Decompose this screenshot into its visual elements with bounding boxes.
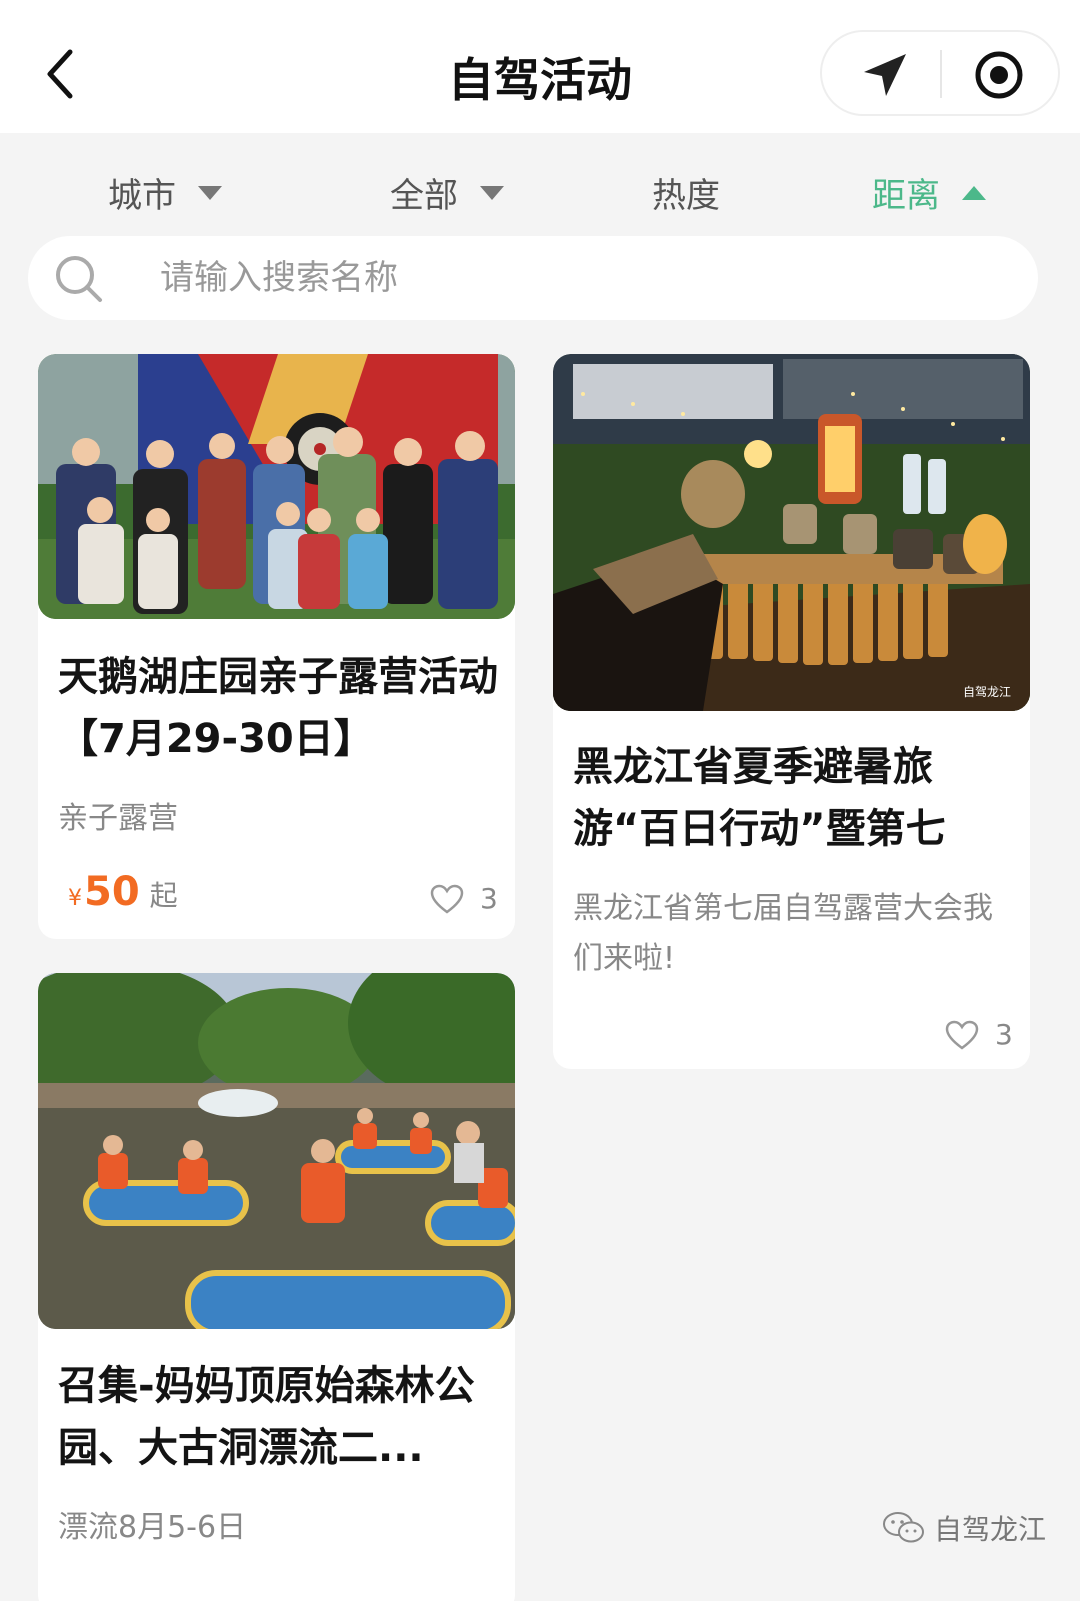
- account-watermark: 自驾龙江: [882, 1508, 1046, 1548]
- card-title: 黑龙江省夏季避暑旅游“百日行动”暨第七: [573, 744, 946, 852]
- activity-card[interactable]: 天鹅湖庄园亲子露营活动【7月29-30日】 亲子露营 ¥ 50 起 3: [38, 354, 515, 939]
- activity-card[interactable]: 召集-妈妈顶原始森林公园、大古洞漂流二... 漂流8月5-6日: [38, 973, 515, 1601]
- card-subtitle: 漂流8月5-6日: [58, 1510, 247, 1545]
- close-miniprogram-button[interactable]: [974, 50, 1024, 100]
- filter-popularity[interactable]: 热度: [652, 168, 720, 217]
- activity-image: [38, 354, 515, 619]
- night-camping-photo: 自驾龙江: [553, 354, 1030, 711]
- price: ¥ 50 起: [68, 869, 178, 915]
- target-circle-icon: [975, 51, 1023, 99]
- search-bar: [28, 236, 1038, 320]
- watermark-text: 自驾龙江: [934, 1513, 1047, 1546]
- mini-program-capsule: [820, 30, 1060, 116]
- price-suffix: 起: [149, 879, 178, 912]
- filter-distance[interactable]: 距离: [872, 168, 986, 217]
- like-count: 3: [480, 882, 498, 915]
- rafting-photo: [38, 973, 515, 1329]
- heart-icon: [945, 1020, 979, 1050]
- card-subtitle: 亲子露营: [58, 801, 178, 836]
- filter-city-label: 城市: [108, 176, 176, 216]
- filter-bar: 城市 全部 热度 距离: [0, 160, 1080, 220]
- image-watermark: 自驾龙江: [963, 685, 1011, 699]
- card-title: 召集-妈妈顶原始森林公园、大古洞漂流二...: [58, 1363, 475, 1471]
- activity-card[interactable]: 自驾龙江 黑龙江省夏季避暑旅游“百日行动”暨第七 黑龙江省第七届自驾露营大会我们…: [553, 354, 1030, 1069]
- navigation-arrow-icon: [864, 54, 906, 96]
- filter-all[interactable]: 全部: [390, 168, 504, 217]
- caret-down-icon: [198, 185, 222, 200]
- card-title: 天鹅湖庄园亲子露营活动【7月29-30日】: [58, 654, 498, 762]
- card-subtitle: 黑龙江省第七届自驾露营大会我们来啦!: [573, 891, 993, 976]
- search-icon: [56, 256, 102, 302]
- currency-symbol: ¥: [68, 886, 82, 911]
- capsule-divider: [940, 50, 942, 98]
- like-button[interactable]: 3: [430, 882, 498, 915]
- caret-up-icon: [962, 185, 986, 200]
- family-camping-photo: [38, 354, 515, 619]
- heart-icon: [430, 884, 464, 914]
- top-nav-bar: 自驾活动: [0, 0, 1080, 133]
- price-value: 50: [84, 869, 140, 915]
- location-button[interactable]: [860, 52, 910, 98]
- caret-down-icon: [480, 185, 504, 200]
- like-button[interactable]: 3: [945, 1018, 1013, 1051]
- filter-city[interactable]: 城市: [108, 168, 222, 217]
- activity-image: [38, 973, 515, 1329]
- filter-popularity-label: 热度: [652, 176, 720, 216]
- filter-all-label: 全部: [390, 176, 458, 216]
- wechat-icon: [883, 1512, 924, 1543]
- search-input[interactable]: [160, 248, 980, 308]
- activity-image: 自驾龙江: [553, 354, 1030, 711]
- filter-distance-label: 距离: [872, 176, 940, 216]
- like-count: 3: [995, 1018, 1013, 1051]
